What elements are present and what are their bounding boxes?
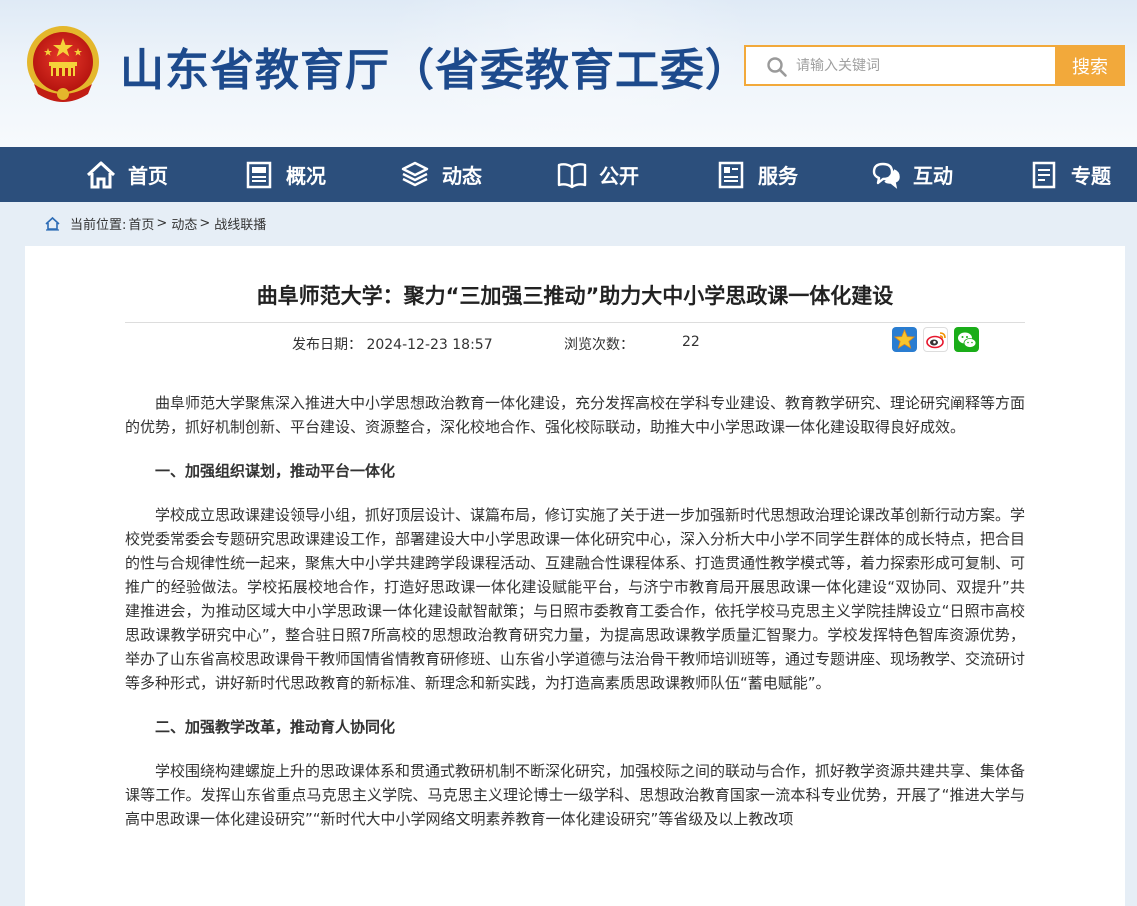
breadcrumb-prefix: 当前位置: (70, 218, 127, 233)
nav-label: 公开 (599, 164, 639, 188)
nav-label: 动态 (442, 164, 482, 188)
topic-doc-icon (1032, 161, 1056, 188)
breadcrumb-current[interactable]: 战线联播 (214, 214, 266, 233)
article-meta: 发布日期： 2024-12-23 18:57 浏览次数： 22 (292, 334, 700, 354)
search-input[interactable] (796, 55, 1046, 77)
section-heading: 一、加强组织谋划，推动平台一体化 (155, 462, 396, 480)
views-label: 浏览次数： (564, 337, 634, 353)
section-heading: 二、加强教学改革，推动育人协同化 (155, 718, 396, 736)
nav-item-topic[interactable]: 专题 (1029, 147, 1111, 202)
overview-icon (246, 161, 272, 188)
breadcrumb-separator: > (156, 216, 168, 231)
search-icon (767, 57, 787, 77)
article-paragraph: 曲阜师范大学聚焦深入推进大中小学思想政治教育一体化建设，充分发挥高校在学科专业建… (125, 394, 1026, 436)
home-location-icon (45, 216, 60, 231)
service-doc-icon (718, 161, 744, 188)
views-count: 22 (682, 334, 700, 350)
site-title: 山东省教育厅（省委教育工委） (120, 45, 750, 96)
nav-label: 专题 (1071, 164, 1111, 188)
article-paragraph: 学校成立思政课建设领导小组，抓好顶层设计、谋篇布局，修订实施了关于进一步加强新时… (125, 506, 1026, 692)
nav-label: 互动 (913, 164, 953, 188)
article-title: 曲阜师范大学：聚力“三加强三推动”助力大中小学思政课一体化建设 (256, 284, 894, 308)
breadcrumb-home[interactable]: 首页 (128, 214, 154, 233)
breadcrumb-news[interactable]: 动态 (171, 214, 197, 233)
nav-item-service[interactable]: 服务 (716, 147, 798, 202)
main-nav: 首页 概况 动态 公开 服务 互动 专题 (0, 147, 1137, 202)
article-body: 曲阜师范大学聚焦深入推进大中小学思想政治教育一体化建设，充分发挥高校在学科专业建… (125, 391, 1025, 851)
news-stack-icon (401, 161, 429, 186)
share-bar (892, 327, 979, 352)
nav-item-open[interactable]: 公开 (557, 147, 639, 202)
nav-label: 服务 (758, 164, 798, 188)
qzone-icon[interactable] (892, 327, 917, 352)
nav-item-home[interactable]: 首页 (86, 147, 168, 202)
title-divider (125, 322, 1025, 323)
wechat-icon[interactable] (954, 327, 979, 352)
open-book-icon (557, 162, 587, 188)
search-button[interactable]: 搜索 (1055, 45, 1125, 86)
nav-label: 概况 (286, 164, 326, 188)
search-box (744, 45, 1056, 86)
publish-label: 发布日期： (292, 337, 362, 353)
chat-bubbles-icon (872, 162, 900, 189)
national-emblem-icon (27, 26, 99, 102)
breadcrumb-separator: > (199, 216, 211, 231)
nav-label: 首页 (128, 164, 168, 188)
breadcrumb: 当前位置: 首页 > 动态 > 战线联播 (45, 214, 268, 233)
nav-item-overview[interactable]: 概况 (244, 147, 326, 202)
publish-date: 2024-12-23 18:57 (366, 337, 493, 353)
article-container: 曲阜师范大学：聚力“三加强三推动”助力大中小学思政课一体化建设 发布日期： 20… (25, 246, 1125, 906)
nav-item-news[interactable]: 动态 (400, 147, 482, 202)
weibo-icon[interactable] (923, 327, 948, 352)
home-icon (86, 161, 116, 188)
site-header: 山东省教育厅（省委教育工委） 搜索 (0, 0, 1137, 147)
nav-item-interact[interactable]: 互动 (871, 147, 953, 202)
publish-info: 发布日期： 2024-12-23 18:57 (292, 334, 564, 354)
article-paragraph: 学校围绕构建螺旋上升的思政课体系和贯通式教研机制不断深化研究，加强校际之间的联动… (125, 762, 1026, 828)
